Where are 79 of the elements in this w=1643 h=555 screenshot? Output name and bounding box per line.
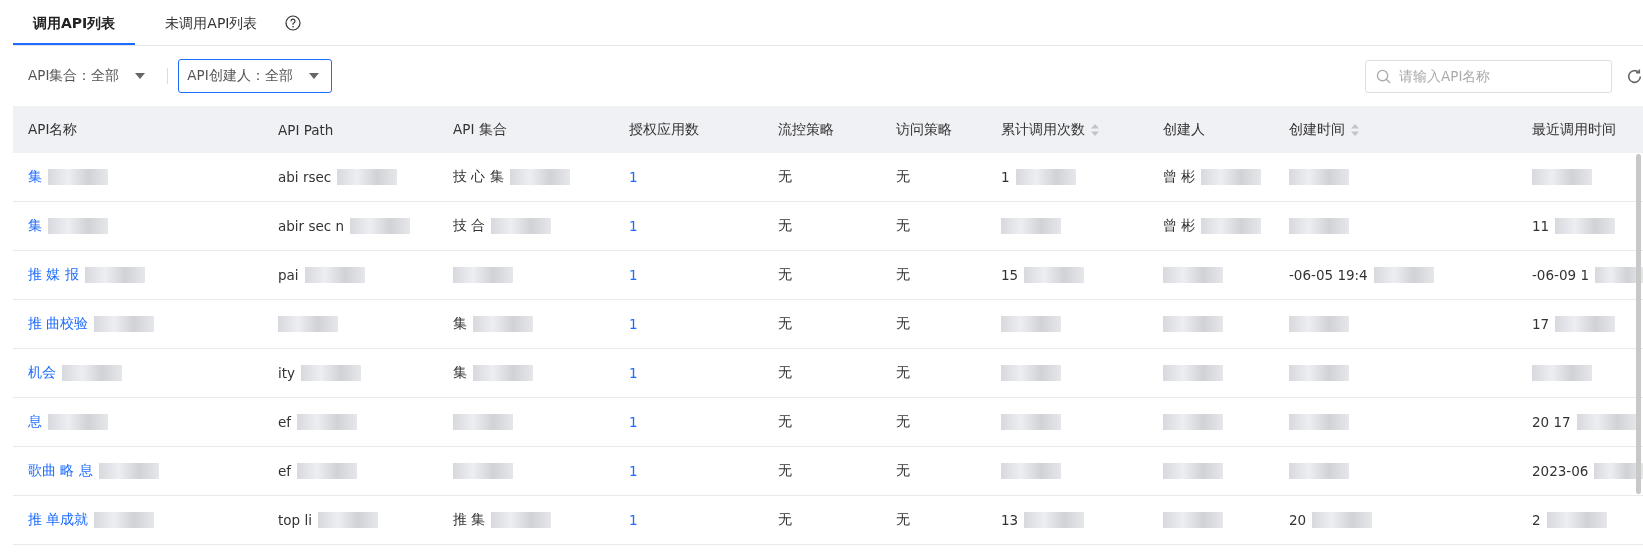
table-cell: ity (278, 365, 296, 381)
table-link[interactable]: 1 (629, 365, 638, 381)
refresh-icon[interactable] (1626, 67, 1643, 85)
table-link[interactable]: 1 (629, 414, 638, 430)
column-header: API名称 (28, 120, 78, 139)
search-field[interactable]: 请输入API名称 (1365, 59, 1612, 93)
table-link[interactable]: 机会 (28, 364, 56, 382)
column-header: 创建时间 (1289, 120, 1345, 139)
table-cell: 无 (778, 413, 792, 431)
table-cell: 无 (896, 462, 910, 480)
column-header: 创建人 (1163, 120, 1205, 139)
table-cell: 13 (1001, 512, 1019, 528)
table-cell: 无 (896, 266, 910, 284)
table-link[interactable]: 推 单成就 (28, 511, 89, 529)
column-header: 最近调用时间 (1532, 120, 1616, 139)
column-header: API 集合 (453, 120, 507, 139)
table-cell: 无 (896, 315, 910, 333)
caret-icon (135, 73, 146, 79)
table-cell: 无 (778, 364, 792, 382)
table-cell: 无 (896, 364, 910, 382)
table-cell: 15 (1001, 267, 1019, 283)
filter-dropdown[interactable]: API集合：全部 (20, 59, 158, 93)
table-link[interactable]: 歌曲 略 息 (28, 462, 93, 480)
table-cell: 无 (896, 413, 910, 431)
table-cell: 技 合 (453, 217, 486, 235)
table-cell: abi rsec (278, 169, 332, 185)
table-cell: 曾 彬 (1163, 217, 1196, 235)
column-header: 访问策略 (896, 120, 952, 139)
table-cell: abir sec n (278, 218, 345, 234)
table-cell: 20 (1289, 512, 1307, 528)
table-link[interactable]: 1 (629, 218, 638, 234)
table-cell: 无 (778, 266, 792, 284)
table-link[interactable]: 推 媒 报 (28, 266, 79, 284)
table-cell: 无 (896, 217, 910, 235)
table-link[interactable]: 1 (629, 169, 638, 185)
table-link[interactable]: 1 (629, 463, 638, 479)
column-header: 累计调用次数 (1001, 120, 1085, 139)
help-icon[interactable] (285, 14, 302, 31)
table-cell: 无 (778, 315, 792, 333)
table-cell: pai (278, 267, 299, 283)
table-cell: 无 (896, 168, 910, 186)
table-link[interactable]: 推 曲校验 (28, 315, 89, 333)
sort-icon[interactable] (1351, 122, 1359, 137)
table-cell: 无 (778, 511, 792, 529)
column-header: 流控策略 (778, 120, 834, 139)
table-cell: top li (278, 512, 312, 528)
table-cell: 集 (453, 315, 467, 333)
table-cell: 1 (1001, 169, 1010, 185)
table-cell: ef (278, 414, 292, 430)
table-link[interactable]: 1 (629, 316, 638, 332)
filter-dropdown[interactable]: API创建人：全部 (178, 59, 332, 93)
table-cell: 17 (1532, 316, 1550, 332)
table-link[interactable]: 1 (629, 267, 638, 283)
table-cell: -06-09 1 (1532, 267, 1589, 283)
column-header: 授权应用数 (629, 120, 699, 139)
table-link[interactable]: 集 (28, 168, 42, 186)
table-cell: 无 (896, 511, 910, 529)
table-cell: 集 (453, 364, 467, 382)
table-cell: 2023-06 (1532, 463, 1589, 479)
table-cell: -06-05 19:4 (1289, 267, 1368, 283)
table-link[interactable]: 集 (28, 217, 42, 235)
table-cell: ef (278, 463, 292, 479)
table-cell: 曾 彬 (1163, 168, 1196, 186)
table-cell: 无 (778, 217, 792, 235)
column-header: API Path (278, 121, 334, 138)
sort-icon[interactable] (1091, 122, 1099, 137)
table-cell: 11 (1532, 218, 1550, 234)
table-cell: 无 (778, 462, 792, 480)
table-cell: 2 (1532, 512, 1541, 528)
table-cell: 20 17 (1532, 414, 1571, 430)
tab[interactable]: 未调用API列表 (145, 2, 278, 45)
table-cell: 无 (778, 168, 792, 186)
table-link[interactable]: 息 (28, 413, 42, 431)
tab[interactable]: 调用API列表 (13, 2, 136, 45)
table-cell: 推 集 (453, 511, 486, 529)
table-link[interactable]: 1 (629, 512, 638, 528)
scrollbar[interactable] (1636, 154, 1641, 494)
table-cell: 技 心 集 (453, 168, 504, 186)
caret-icon (308, 73, 319, 79)
